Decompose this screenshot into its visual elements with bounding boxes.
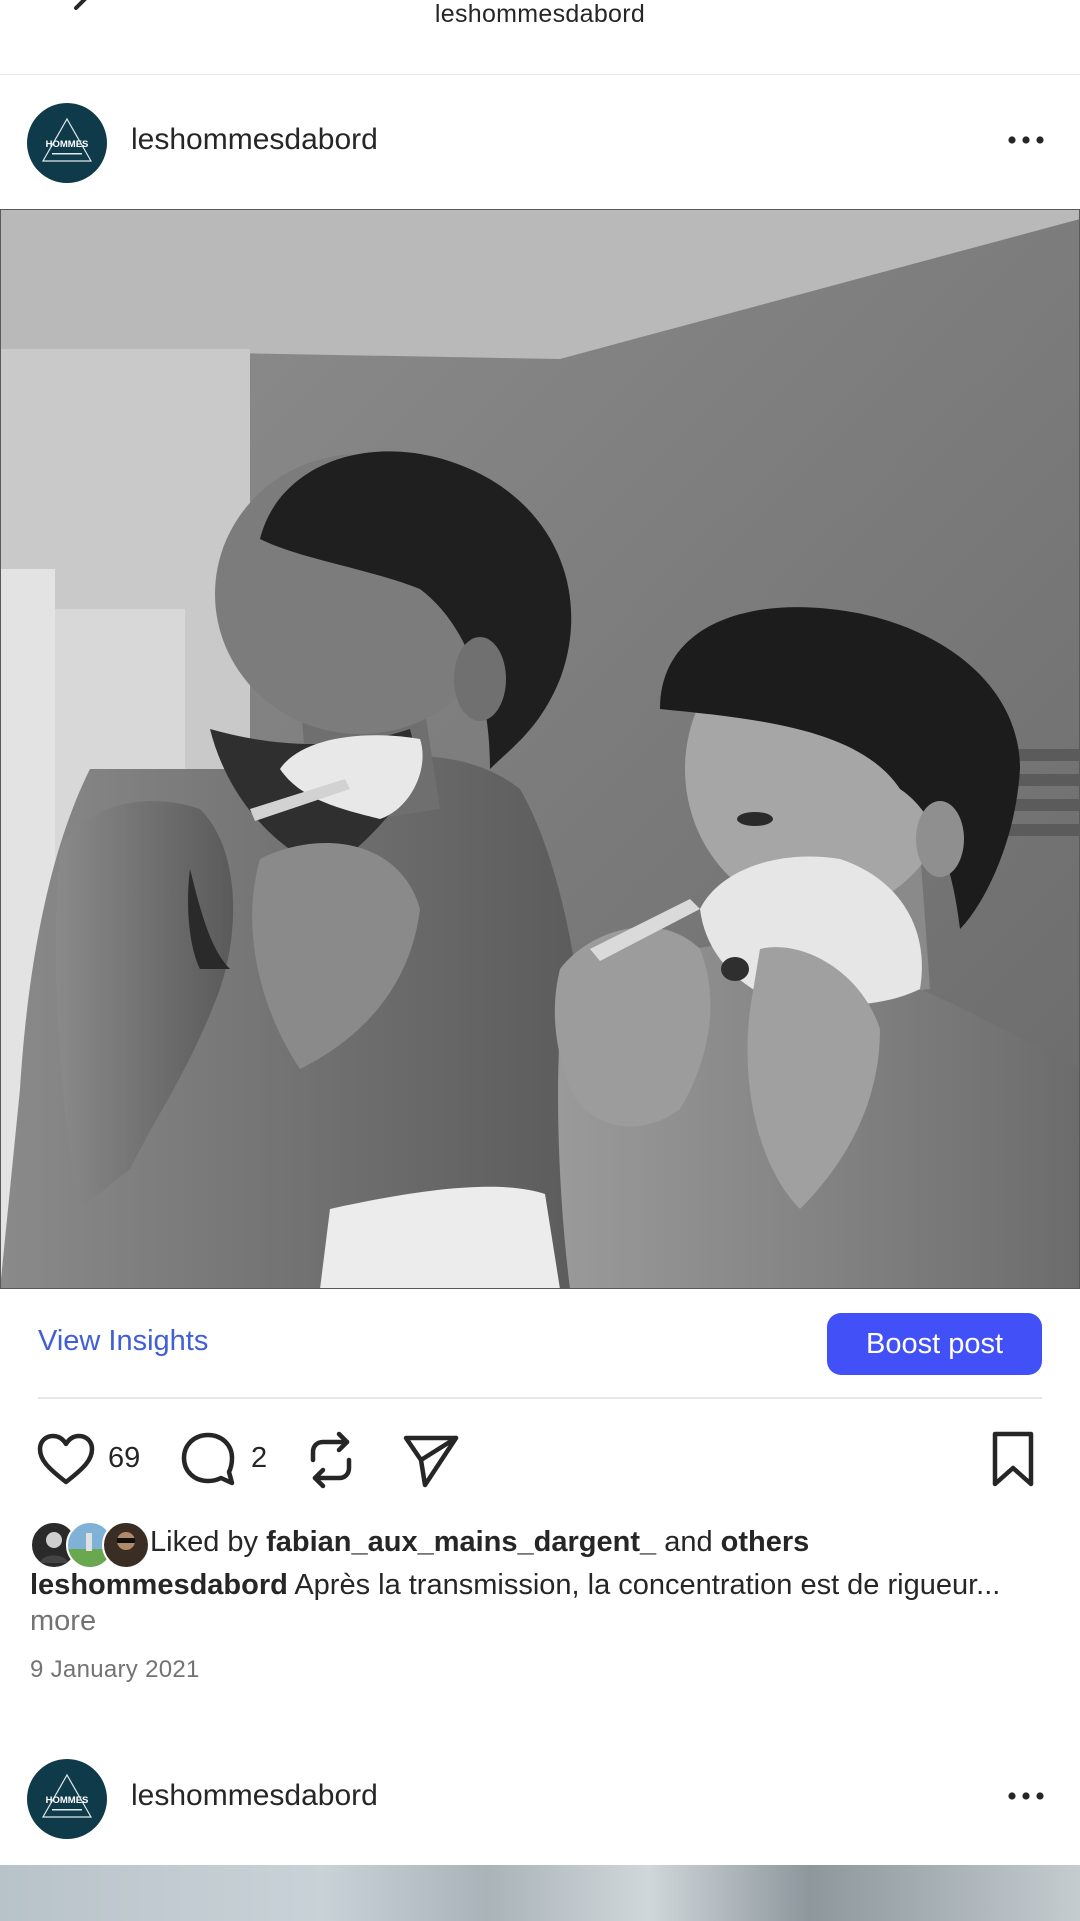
- comment-icon[interactable]: [179, 1430, 237, 1488]
- avatar-text: HOMMES: [46, 139, 89, 150]
- divider: [38, 1397, 1042, 1399]
- post-header: HOMMES leshommesdabord: [0, 75, 1080, 209]
- post-caption: leshommesdabord Après la transmission, l…: [30, 1567, 1040, 1639]
- more-horizontal-icon[interactable]: [1006, 133, 1046, 147]
- liked-by-others-link[interactable]: others: [721, 1526, 810, 1558]
- page-title: leshommesdabord: [434, 0, 646, 28]
- post-image: [0, 209, 1080, 1289]
- post-photo[interactable]: [0, 209, 1080, 1289]
- brand-logo: HOMMES: [41, 117, 93, 162]
- post-date: 9 January 2021: [30, 1656, 200, 1683]
- post-photo[interactable]: [0, 1865, 1080, 1921]
- liked-by-user-link[interactable]: fabian_aux_mains_dargent_: [266, 1526, 656, 1558]
- caption-text: Après la transmission, la concentration …: [294, 1569, 1001, 1601]
- heart-icon[interactable]: [36, 1432, 96, 1488]
- liked-by-row[interactable]: Liked by fabian_aux_mains_dargent_ and o…: [30, 1521, 1060, 1569]
- avatar: [102, 1521, 150, 1569]
- post-username[interactable]: leshommesdabord: [131, 123, 378, 157]
- like-count[interactable]: 69: [108, 1442, 140, 1475]
- avatar-text: HOMMES: [46, 1795, 89, 1806]
- avatar[interactable]: HOMMES: [27, 103, 107, 183]
- insights-row: View Insights Boost post: [0, 1289, 1080, 1399]
- view-insights-link[interactable]: View Insights: [38, 1325, 208, 1358]
- caption-username[interactable]: leshommesdabord: [30, 1569, 288, 1601]
- post-header: HOMMES leshommesdabord: [0, 1731, 1080, 1865]
- liked-by-text: Liked by fabian_aux_mains_dargent_ and o…: [150, 1526, 809, 1559]
- liked-by-and: and: [664, 1526, 713, 1558]
- brand-logo: HOMMES: [41, 1773, 93, 1818]
- repost-icon[interactable]: [303, 1430, 359, 1490]
- top-nav-bar: leshommesdabord: [0, 0, 1080, 75]
- send-icon[interactable]: [401, 1430, 461, 1490]
- avatar[interactable]: HOMMES: [27, 1759, 107, 1839]
- liked-by-prefix: Liked by: [150, 1526, 259, 1558]
- post-username[interactable]: leshommesdabord: [131, 1779, 378, 1813]
- boost-post-button[interactable]: Boost post: [827, 1313, 1042, 1375]
- comment-count[interactable]: 2: [251, 1442, 267, 1475]
- bookmark-icon[interactable]: [988, 1430, 1038, 1490]
- caption-more-link[interactable]: more: [30, 1605, 96, 1637]
- more-horizontal-icon[interactable]: [1006, 1789, 1046, 1803]
- post-actions-bar: 69 2: [0, 1420, 1080, 1500]
